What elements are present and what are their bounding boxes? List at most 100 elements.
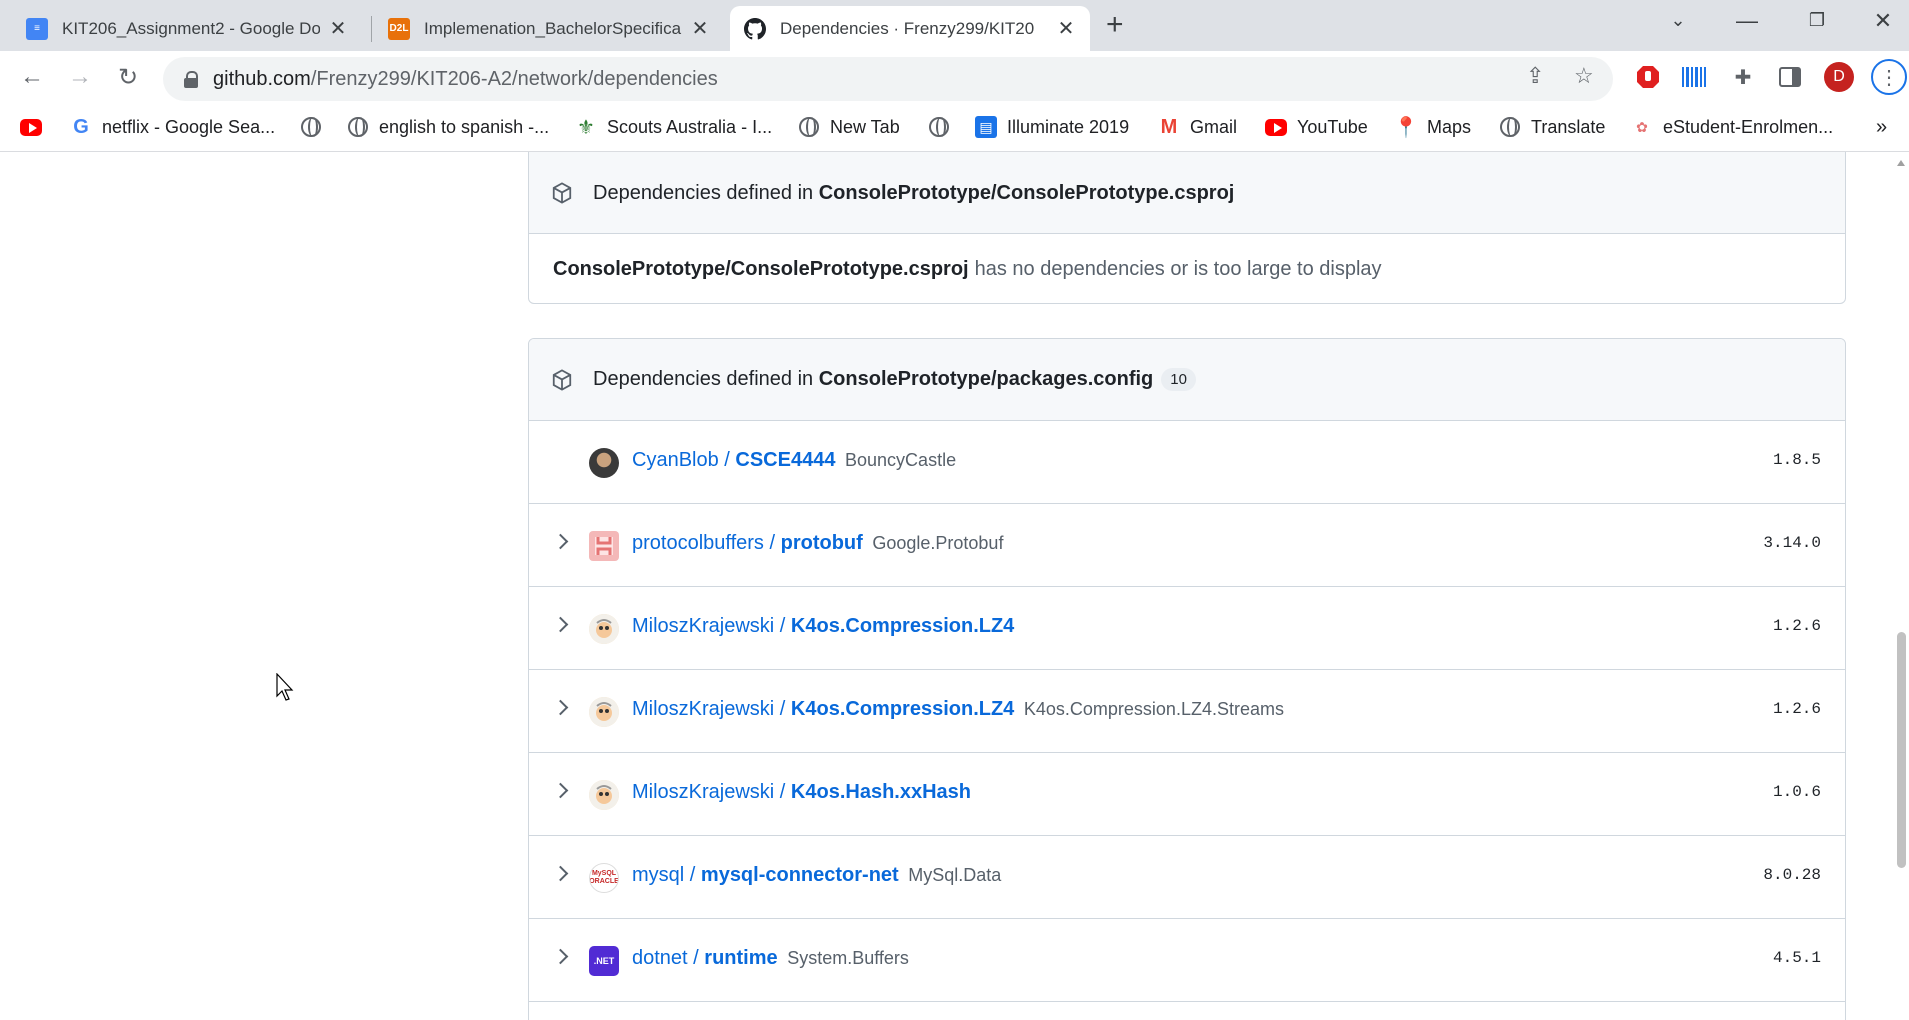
package-icon <box>552 368 572 391</box>
bookmarks-overflow-icon[interactable]: » <box>1876 116 1887 139</box>
address-bar[interactable]: github.com/Frenzy299/KIT206-A2/network/d… <box>163 57 1613 101</box>
packages-config-dependencies-box: Dependencies defined in ConsolePrototype… <box>528 338 1846 1020</box>
chrome-menu-icon[interactable]: ⋮ <box>1871 59 1907 95</box>
no-dependencies-text: has no dependencies or is too large to d… <box>974 257 1382 280</box>
bookmark-illuminate[interactable]: ▤ Illuminate 2019 <box>975 116 1129 138</box>
side-panel-icon[interactable] <box>1776 63 1804 91</box>
tab-title: Implemenation_BachelorSpecifica <box>424 18 682 38</box>
owner-link[interactable]: CyanBlob / <box>632 449 735 471</box>
restore-icon[interactable]: ❐ <box>1797 10 1837 31</box>
version-label: 1.0.6 <box>1772 783 1821 801</box>
chevron-right-icon[interactable] <box>555 949 569 963</box>
package-name: BouncyCastle <box>845 450 957 470</box>
csproj-box-message: ConsolePrototype/ConsolePrototype.csproj… <box>529 234 1845 303</box>
owner-link[interactable]: protocolbuffers / <box>632 532 781 554</box>
chevron-right-icon[interactable] <box>555 783 569 797</box>
d2l-icon: D2L <box>388 17 410 40</box>
dependency-name: mysql / mysql-connector-net MySql.Data <box>632 864 1001 887</box>
dependency-name: dotnet / runtime System.Buffers <box>632 947 909 970</box>
lock-icon[interactable] <box>183 71 199 88</box>
close-tab-icon[interactable]: ✕ <box>328 16 348 41</box>
owner-link[interactable]: dotnet / <box>632 947 704 969</box>
bookmark-new-tab[interactable]: New Tab <box>798 116 900 138</box>
manifest-file-name: ConsolePrototype/ConsolePrototype.csproj <box>818 181 1235 204</box>
bookmark-maps[interactable]: 📍 Maps <box>1394 116 1471 139</box>
extensions-puzzle-icon[interactable]: ✚ <box>1729 63 1757 91</box>
bookmark-english-spanish[interactable]: english to spanish -... <box>347 116 549 138</box>
owner-link[interactable]: MiloszKrajewski / <box>632 698 791 720</box>
github-icon <box>744 17 766 40</box>
back-icon[interactable]: ← <box>14 63 50 91</box>
repo-link[interactable]: K4os.Compression.LZ4 <box>791 615 1014 637</box>
package-name: MySql.Data <box>908 865 1002 885</box>
repo-link[interactable]: K4os.Compression.LZ4 <box>791 698 1014 720</box>
tab-github-dependencies[interactable]: Dependencies · Frenzy299/KIT20 ✕ <box>730 6 1090 51</box>
tab-d2l[interactable]: D2L Implemenation_BachelorSpecifica ✕ <box>374 6 724 51</box>
cartoon-avatar[interactable] <box>589 780 619 810</box>
reload-icon[interactable]: ↻ <box>110 63 146 92</box>
repo-link[interactable]: protobuf <box>781 532 863 554</box>
tab-google-docs[interactable]: ≡ KIT206_Assignment2 - Google Do ✕ <box>12 6 362 51</box>
bookmark-translate[interactable]: Translate <box>1499 116 1605 138</box>
dependency-row: protocolbuffers / protobuf Google.Protob… <box>529 504 1845 587</box>
globe-icon <box>347 116 369 138</box>
bookmark-youtube[interactable]: YouTube <box>1265 116 1368 138</box>
repo-link[interactable]: CSCE4444 <box>735 449 835 471</box>
adblock-extension-icon[interactable] <box>1634 63 1662 91</box>
minimize-icon[interactable]: — <box>1727 8 1767 34</box>
repo-link[interactable]: runtime <box>704 947 777 969</box>
chevron-right-icon[interactable] <box>555 866 569 880</box>
mysql-avatar[interactable]: MySQL ORACLE <box>589 863 619 893</box>
bookmark-netflix-search[interactable]: Gnetflix - Google Sea... <box>70 116 275 138</box>
bookmark-globe-2[interactable] <box>928 116 960 138</box>
dependency-name: protocolbuffers / protobuf Google.Protob… <box>632 532 1003 555</box>
csproj-dependencies-box: Dependencies defined in ConsolePrototype… <box>528 152 1846 304</box>
repo-link[interactable]: mysql-connector-net <box>701 864 899 886</box>
repo-link[interactable]: K4os.Hash.xxHash <box>791 781 971 803</box>
tab-title: KIT206_Assignment2 - Google Do <box>62 18 320 38</box>
dependency-row: CyanBlob / CSCE4444 BouncyCastle 1.8.5 <box>529 421 1845 504</box>
dependency-count-badge: 10 <box>1161 368 1196 391</box>
google-docs-icon: ≡ <box>26 17 48 40</box>
owner-link[interactable]: mysql / <box>632 864 701 886</box>
owner-link[interactable]: MiloszKrajewski / <box>632 615 791 637</box>
scroll-up-arrow-icon[interactable] <box>1897 160 1905 166</box>
dependency-row: MiloszKrajewski / K4os.Hash.xxHash 1.0.6 <box>529 753 1845 836</box>
barcode-extension-icon[interactable] <box>1680 63 1708 91</box>
photo-avatar[interactable] <box>589 448 619 478</box>
version-label: 1.8.5 <box>1772 451 1821 469</box>
globe-icon <box>300 116 322 138</box>
protobuf-avatar[interactable] <box>589 531 619 561</box>
page-scrollbar[interactable] <box>1893 152 1909 1020</box>
dotnet-avatar[interactable]: .NET <box>589 946 619 976</box>
owner-link[interactable]: MiloszKrajewski / <box>632 781 791 803</box>
new-tab-icon[interactable]: + <box>1106 8 1124 42</box>
forward-icon[interactable]: → <box>62 63 98 91</box>
cartoon-avatar[interactable] <box>589 614 619 644</box>
close-tab-icon[interactable]: ✕ <box>690 16 710 41</box>
bookmark-youtube-shortcut[interactable] <box>20 116 52 138</box>
close-window-icon[interactable]: ✕ <box>1863 8 1903 34</box>
bookmark-globe[interactable] <box>300 116 332 138</box>
profile-avatar[interactable]: D <box>1824 62 1854 92</box>
gmail-icon: M <box>1160 115 1178 138</box>
version-label: 3.14.0 <box>1763 534 1821 552</box>
bookmark-estudent[interactable]: ✿ eStudent-Enrolmen... <box>1631 116 1833 138</box>
dependency-name: MiloszKrajewski / K4os.Compression.LZ4 K… <box>632 698 1284 721</box>
cartoon-avatar[interactable] <box>589 697 619 727</box>
share-icon[interactable]: ⇪ <box>1526 63 1544 89</box>
close-tab-icon[interactable]: ✕ <box>1056 16 1076 41</box>
url-text[interactable]: github.com/Frenzy299/KIT206-A2/network/d… <box>213 68 718 91</box>
mouse-cursor-icon <box>276 673 294 701</box>
tab-search-icon[interactable]: ⌄ <box>1658 10 1698 31</box>
bookmark-star-icon[interactable]: ☆ <box>1574 63 1594 89</box>
youtube-icon <box>1265 116 1287 138</box>
chevron-right-icon[interactable] <box>555 534 569 548</box>
dependency-row: MiloszKrajewski / K4os.Compression.LZ4 K… <box>529 670 1845 753</box>
bookmark-scouts[interactable]: ⚜ Scouts Australia - I... <box>575 116 772 139</box>
packages-box-header: Dependencies defined in ConsolePrototype… <box>529 339 1845 421</box>
chevron-right-icon[interactable] <box>555 617 569 631</box>
chevron-right-icon[interactable] <box>555 700 569 714</box>
bookmark-gmail[interactable]: M Gmail <box>1158 116 1237 138</box>
scrollbar-thumb[interactable] <box>1897 632 1906 868</box>
